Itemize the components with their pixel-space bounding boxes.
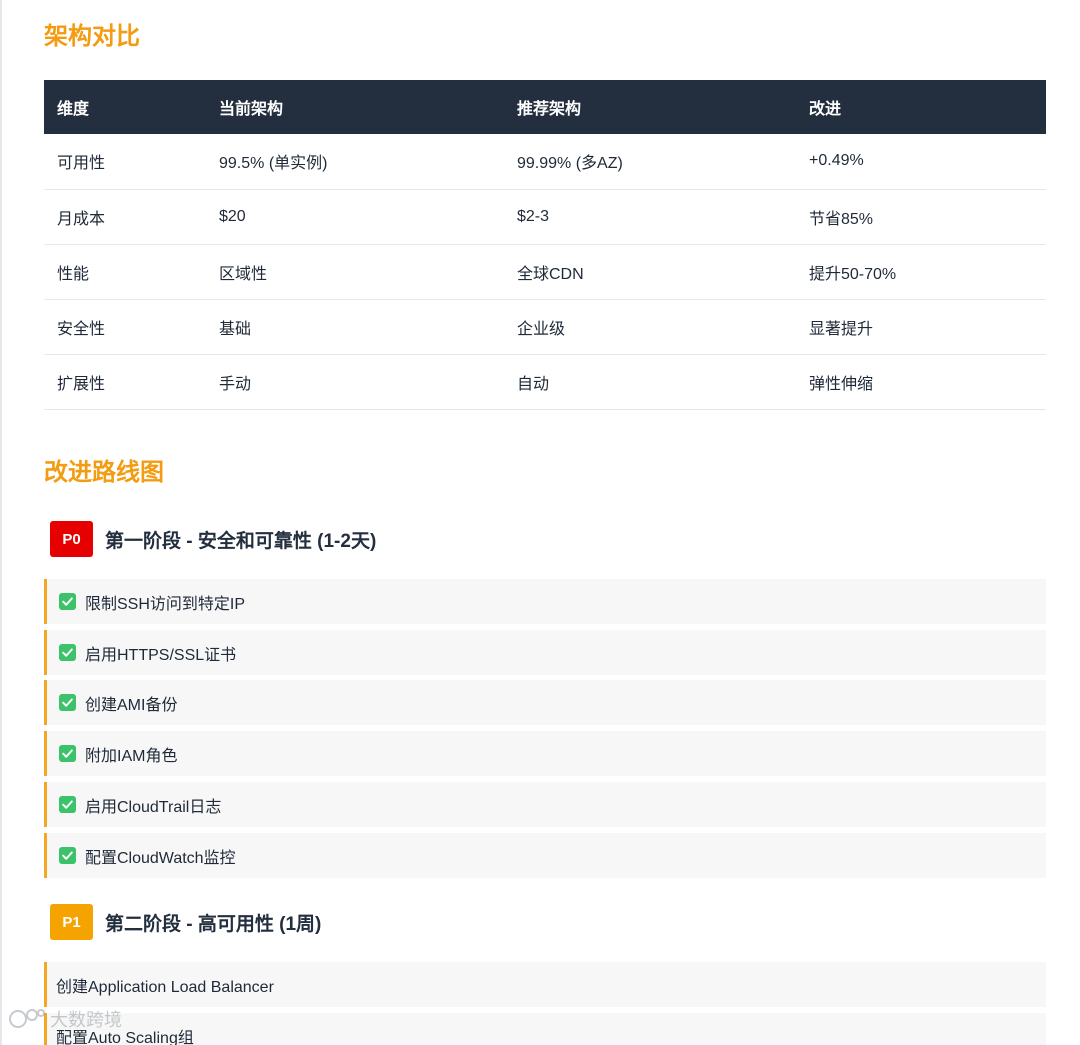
- architecture-comparison-table: 维度 当前架构 推荐架构 改进 可用性 99.5% (单实例) 99.99% (…: [44, 80, 1046, 410]
- column-header-current: 当前架构: [219, 101, 284, 118]
- section-title-roadmap: 改进路线图: [44, 459, 164, 486]
- table-cell: 节省85%: [796, 189, 1046, 245]
- check-icon: [59, 796, 76, 813]
- table-cell: 99.99% (多AZ): [504, 134, 796, 190]
- table-row: 扩展性 手动 自动 弹性伸缩: [44, 354, 1046, 410]
- table-cell: 区域性: [206, 244, 504, 300]
- phase-heading-p0: P0 第一阶段 - 安全和可靠性 (1-2天): [44, 519, 1046, 559]
- check-icon: [59, 694, 76, 711]
- table-cell: +0.49%: [796, 134, 1046, 190]
- task-label: 创建AMI备份: [85, 696, 178, 714]
- task-item: 创建Application Load Balancer: [44, 962, 1046, 1007]
- table-cell: 99.5% (单实例): [206, 134, 504, 190]
- table-cell: 性能: [44, 244, 206, 300]
- check-icon: [59, 847, 76, 864]
- watermark-text: 大数跨境: [50, 1010, 122, 1030]
- watermark-logo-icon: [9, 1009, 45, 1028]
- task-item: 创建AMI备份: [44, 680, 1046, 725]
- table-row: 安全性 基础 企业级 显著提升: [44, 299, 1046, 355]
- table-cell: 手动: [206, 354, 504, 410]
- left-border: [0, 0, 2, 1045]
- task-item: 启用HTTPS/SSL证书: [44, 630, 1046, 675]
- task-item: 启用CloudTrail日志: [44, 782, 1046, 827]
- task-label: 限制SSH访问到特定IP: [85, 595, 246, 613]
- task-item: 配置Auto Scaling组: [44, 1013, 1046, 1045]
- table-header-row: 维度 当前架构 推荐架构 改进: [44, 80, 1046, 134]
- task-item: 配置CloudWatch监控: [44, 833, 1046, 878]
- table-cell: 弹性伸缩: [796, 354, 1046, 410]
- column-header-dimension: 维度: [57, 101, 90, 118]
- phase-title: 第二阶段 - 高可用性 (1周): [105, 913, 322, 935]
- table-cell: $2-3: [504, 189, 796, 245]
- task-label: 启用HTTPS/SSL证书: [85, 646, 237, 664]
- table-cell: 月成本: [44, 189, 206, 245]
- table-cell: 基础: [206, 299, 504, 355]
- table-row: 性能 区域性 全球CDN 提升50-70%: [44, 244, 1046, 300]
- watermark: 大数跨境: [8, 1006, 122, 1032]
- task-label: 配置CloudWatch监控: [85, 849, 236, 867]
- table-cell: 可用性: [44, 134, 206, 190]
- check-icon: [59, 745, 76, 762]
- table-cell: 提升50-70%: [796, 244, 1046, 300]
- table-cell: $20: [206, 189, 504, 245]
- table-cell: 扩展性: [44, 354, 206, 410]
- phase-heading-p1: P1 第二阶段 - 高可用性 (1周): [44, 902, 1046, 942]
- task-label: 附加IAM角色: [85, 747, 178, 765]
- check-icon: [59, 644, 76, 661]
- table-cell: 安全性: [44, 299, 206, 355]
- phase-title: 第一阶段 - 安全和可靠性 (1-2天): [105, 530, 377, 552]
- table-cell: 显著提升: [796, 299, 1046, 355]
- task-item: 附加IAM角色: [44, 731, 1046, 776]
- section-title-architecture: 架构对比: [44, 23, 140, 50]
- priority-badge-p1: P1: [50, 904, 93, 940]
- table-row: 月成本 $20 $2-3 节省85%: [44, 189, 1046, 245]
- column-header-improvement: 改进: [809, 101, 842, 118]
- table-cell: 自动: [504, 354, 796, 410]
- priority-badge-p0: P0: [50, 521, 93, 557]
- column-header-recommended: 推荐架构: [517, 101, 582, 118]
- task-label: 启用CloudTrail日志: [85, 798, 222, 816]
- task-item: 限制SSH访问到特定IP: [44, 579, 1046, 624]
- table-cell: 全球CDN: [504, 244, 796, 300]
- task-label: 创建Application Load Balancer: [56, 978, 274, 996]
- table-row: 可用性 99.5% (单实例) 99.99% (多AZ) +0.49%: [44, 134, 1046, 190]
- check-icon: [59, 593, 76, 610]
- table-cell: 企业级: [504, 299, 796, 355]
